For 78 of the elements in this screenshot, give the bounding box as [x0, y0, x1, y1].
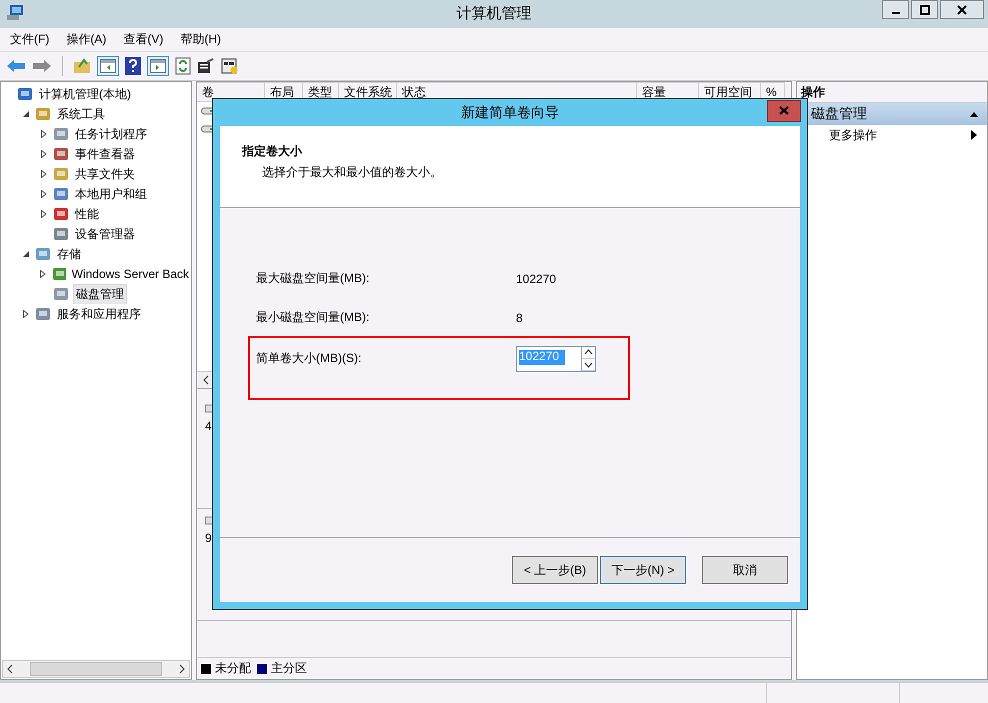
section-title: 磁盘管理 — [811, 105, 867, 123]
step-heading: 指定卷大小 — [242, 143, 302, 160]
dialog-title: 新建简单卷向导 — [461, 104, 559, 122]
horizontal-scrollbar[interactable] — [2, 660, 190, 678]
minimize-button[interactable] — [882, 0, 909, 19]
actions-header: 操作 — [797, 82, 987, 103]
node-icon — [53, 186, 69, 202]
properties-icon[interactable] — [197, 58, 215, 74]
field-label: 简单卷大小(MB)(S): — [256, 350, 362, 367]
tree-item[interactable]: 性能 — [73, 204, 101, 224]
expand-icon[interactable] — [40, 190, 48, 198]
menu-item[interactable]: 文件(F) — [10, 31, 50, 48]
legend-label: 主分区 — [271, 660, 307, 677]
close-button[interactable] — [940, 0, 984, 19]
show-tree-button[interactable] — [97, 56, 119, 76]
expand-icon[interactable] — [40, 210, 48, 218]
node-icon — [35, 106, 51, 122]
close-button[interactable] — [767, 100, 801, 122]
tree-item[interactable]: 磁盘管理 — [73, 284, 127, 304]
folder-up-icon[interactable] — [73, 58, 91, 74]
computer-icon — [6, 4, 24, 22]
tree-item[interactable]: Windows Server Back — [70, 266, 191, 282]
node-icon — [53, 146, 69, 162]
menu-item[interactable]: 查看(V) — [123, 31, 164, 48]
node-icon — [17, 86, 33, 102]
help-icon[interactable] — [125, 57, 141, 75]
tree-item[interactable]: 服务和应用程序 — [55, 304, 143, 324]
tree-item[interactable]: 共享文件夹 — [73, 164, 137, 184]
console-icon[interactable] — [221, 58, 239, 74]
expand-icon[interactable] — [22, 310, 30, 318]
disk-size-fragment: 4 — [205, 419, 213, 434]
node-icon — [52, 266, 66, 282]
expand-icon[interactable] — [39, 270, 48, 278]
node-icon — [35, 306, 51, 322]
field-label: 最小磁盘空间量(MB): — [256, 309, 370, 326]
expand-icon[interactable] — [40, 130, 48, 138]
tree-item[interactable]: 存储 — [55, 244, 83, 264]
maximize-button[interactable] — [911, 0, 938, 19]
collapse-icon[interactable] — [22, 110, 30, 118]
close-icon — [957, 4, 967, 14]
expand-icon[interactable] — [40, 150, 48, 158]
field-label: 最大磁盘空间量(MB): — [256, 270, 370, 287]
node-icon — [35, 246, 51, 262]
expand-icon[interactable] — [40, 170, 48, 178]
refresh-icon[interactable] — [175, 57, 191, 75]
minimize-icon — [892, 12, 900, 14]
maximize-icon — [920, 4, 930, 14]
node-icon — [53, 126, 69, 142]
field-value: 102270 — [516, 272, 556, 286]
menu-item[interactable]: 操作(A) — [66, 31, 106, 48]
submenu-arrow-icon — [971, 130, 977, 140]
window-title: 计算机管理 — [456, 4, 532, 22]
tree-item[interactable]: 系统工具 — [55, 104, 107, 124]
tree-item[interactable]: 任务计划程序 — [73, 124, 149, 144]
node-icon — [53, 166, 69, 182]
node-icon — [53, 286, 69, 302]
tree-item[interactable]: 设备管理器 — [73, 224, 137, 244]
wizard-button[interactable]: < 上一步(B) — [512, 556, 598, 584]
wizard-button[interactable]: 取消 — [702, 556, 788, 584]
spin-up-icon[interactable] — [582, 346, 595, 358]
legend-label: 未分配 — [215, 660, 251, 677]
node-icon — [53, 206, 69, 222]
step-description: 选择介于最大和最小值的卷大小。 — [261, 164, 442, 181]
collapse-icon[interactable] — [22, 250, 30, 258]
node-icon — [53, 226, 69, 242]
action-item[interactable]: 更多操作 — [829, 126, 877, 144]
tree-item[interactable]: 计算机管理(本地) — [37, 84, 133, 104]
collapse-icon[interactable] — [969, 110, 979, 118]
tree-item[interactable]: 事件查看器 — [73, 144, 137, 164]
field-value: 8 — [516, 310, 523, 324]
forward-arrow-icon[interactable] — [32, 58, 52, 74]
show-action-pane-button[interactable] — [147, 56, 169, 76]
menu-item[interactable]: 帮助(H) — [180, 31, 221, 48]
close-icon — [779, 106, 789, 115]
wizard-button[interactable]: 下一步(N) > — [600, 556, 686, 584]
back-arrow-icon[interactable] — [6, 58, 26, 74]
disk-size-fragment: 9 — [205, 531, 213, 546]
tree-item[interactable]: 本地用户和组 — [73, 184, 149, 204]
